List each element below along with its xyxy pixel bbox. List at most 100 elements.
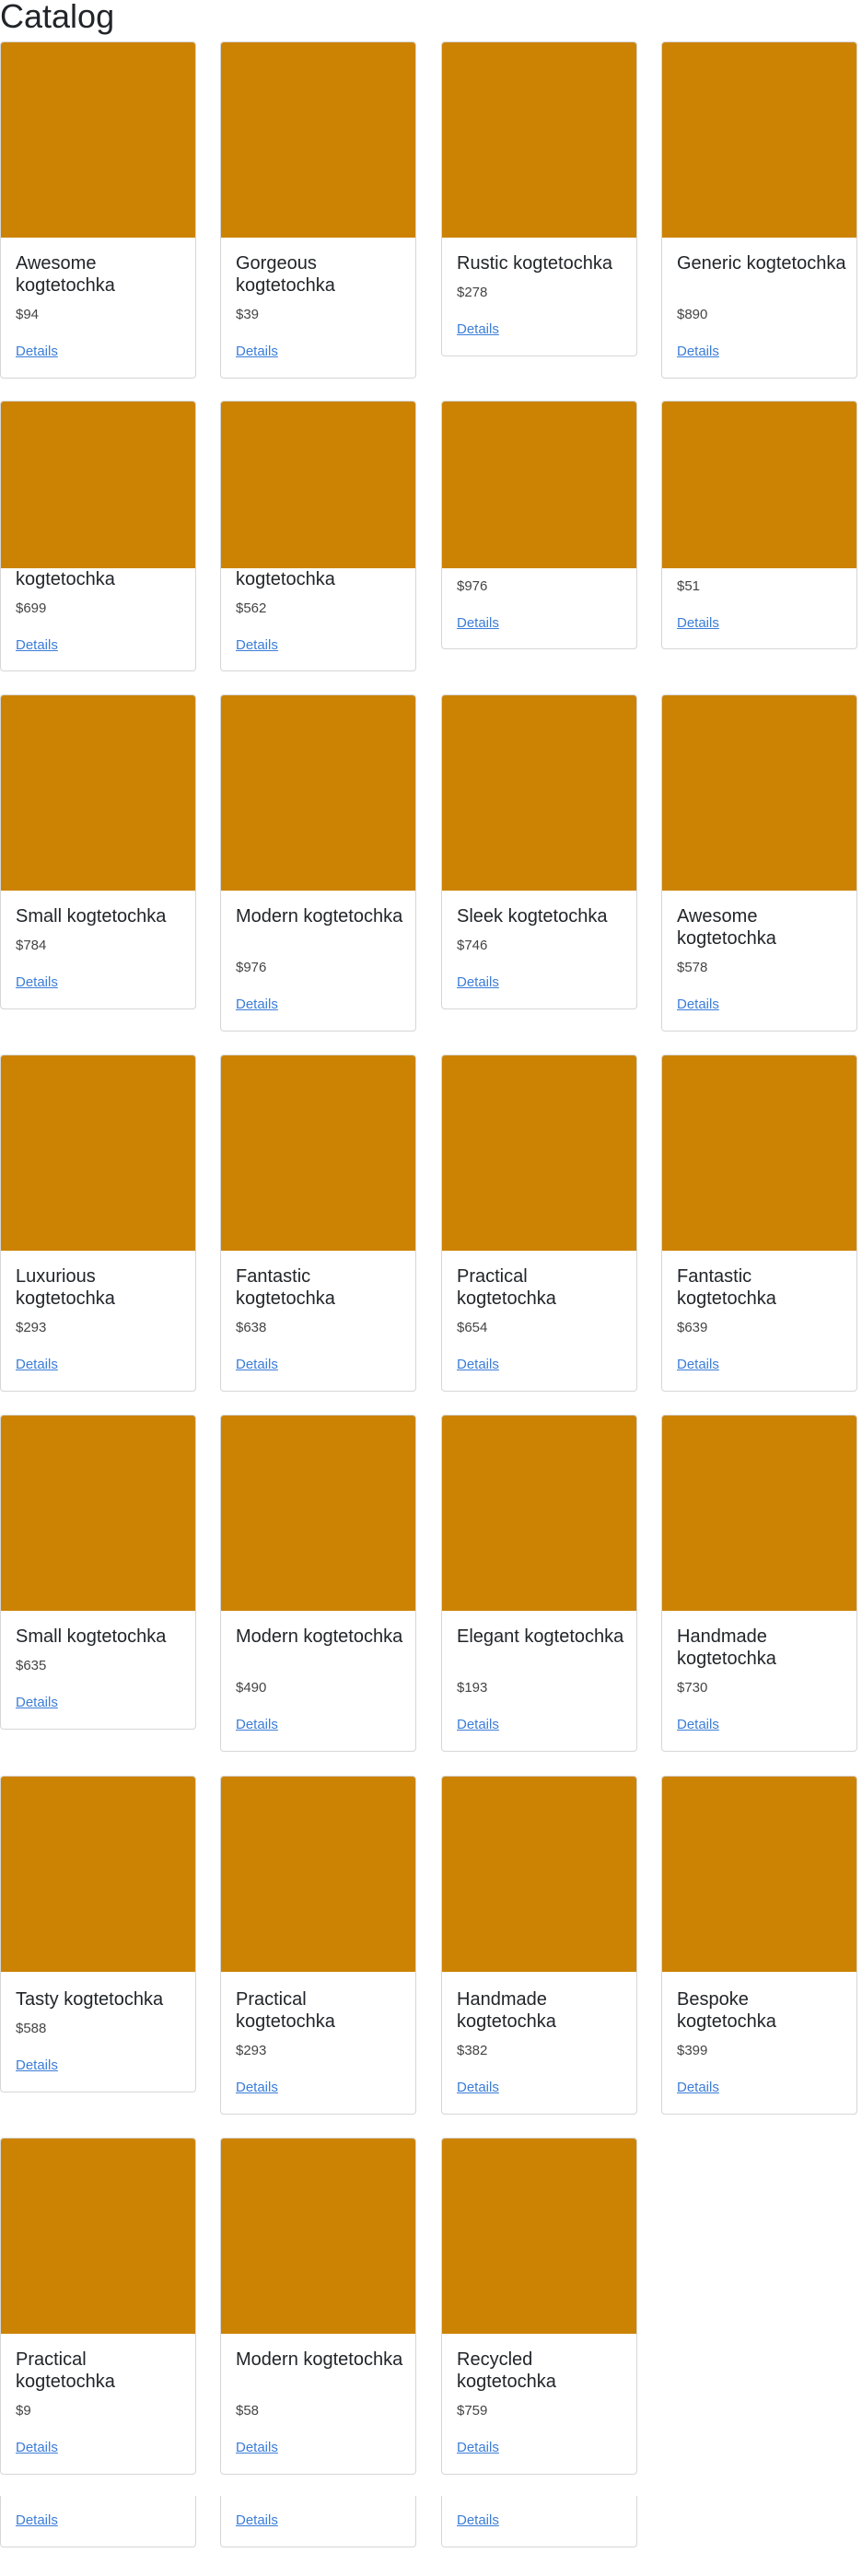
product-card: Tasty kogtetochka $588 Details [0, 1776, 196, 2092]
details-link[interactable]: Details [677, 1716, 719, 1734]
product-card: Handmade kogtetochka $382 Details [441, 1776, 637, 2115]
product-name: Small kogtetochka [16, 906, 167, 927]
product-image [221, 1416, 415, 1611]
details-link[interactable]: Details [457, 2512, 499, 2530]
details-link[interactable]: Details [677, 996, 719, 1014]
details-link[interactable]: Details [236, 2512, 278, 2530]
product-price: $976 [457, 578, 488, 594]
product-image [662, 1777, 856, 1972]
product-name: Handmade kogtetochka [457, 1989, 556, 2032]
product-name: Handmade kogtetochka [677, 1626, 776, 1669]
product-name: Awesome kogtetochka [16, 253, 115, 296]
details-link[interactable]: Details [236, 636, 278, 655]
product-card: Modern kogtetochka $976 Details [220, 694, 416, 1032]
details-link[interactable]: Details [236, 343, 278, 361]
product-price: $382 [457, 2043, 488, 2058]
product-card: Elegant kogtetochka $193 Details [441, 1415, 637, 1752]
product-image [1, 402, 195, 568]
product-image [662, 42, 856, 238]
details-link[interactable]: Details [236, 996, 278, 1014]
product-card: Fantastic kogtetochka $639 Details [661, 1055, 857, 1392]
details-link[interactable]: Details [236, 2439, 278, 2457]
product-image [221, 1777, 415, 1972]
details-link[interactable]: Details [677, 614, 719, 633]
product-name: kogtetochka [16, 569, 115, 589]
details-link[interactable]: Details [677, 1356, 719, 1374]
product-name: Rustic kogtetochka [457, 253, 612, 274]
product-price: $39 [236, 307, 260, 322]
product-card: Sleek kogtetochka $746 Details [441, 694, 637, 1009]
details-link[interactable]: Details [16, 2057, 58, 2075]
product-price: $639 [677, 1320, 708, 1335]
product-price: $730 [677, 1680, 708, 1696]
details-link[interactable]: Details [236, 2079, 278, 2097]
details-link[interactable]: Details [16, 2439, 58, 2457]
product-price: $759 [457, 2403, 488, 2419]
product-price: $399 [677, 2043, 708, 2058]
product-price: $976 [236, 960, 267, 975]
details-link[interactable]: Details [457, 1356, 499, 1374]
details-link[interactable]: Details [236, 1716, 278, 1734]
details-link[interactable]: Details [457, 321, 499, 339]
details-link[interactable]: Details [457, 1716, 499, 1734]
details-link[interactable]: Details [457, 2079, 499, 2097]
product-card: Details [0, 2496, 196, 2547]
product-price: $635 [16, 1658, 47, 1673]
product-card: Awesome kogtetochka $94 Details [0, 41, 196, 379]
product-card: kogtetochka $562 Details [220, 401, 416, 671]
details-link[interactable]: Details [16, 636, 58, 655]
page-title: Catalog [0, 0, 115, 35]
product-name: Small kogtetochka [16, 1626, 167, 1647]
product-image [1, 1055, 195, 1251]
product-card: Recycled kogtetochka $759 Details [441, 2138, 637, 2475]
details-link[interactable]: Details [677, 343, 719, 361]
product-image [221, 1055, 415, 1251]
details-link[interactable]: Details [457, 614, 499, 633]
product-card: Practical kogtetochka $654 Details [441, 1055, 637, 1392]
product-card: kogtetochka $699 Details [0, 401, 196, 671]
product-image [221, 2139, 415, 2334]
product-image [662, 1055, 856, 1251]
product-name: Generic kogtetochka [677, 253, 846, 274]
product-name: Bespoke kogtetochka [677, 1989, 776, 2032]
product-card: Practical kogtetochka $9 Details [0, 2138, 196, 2475]
details-link[interactable]: Details [236, 1356, 278, 1374]
product-price: $278 [457, 285, 488, 300]
product-name: Practical kogtetochka [236, 1989, 335, 2032]
product-price: $562 [236, 600, 267, 616]
details-link[interactable]: Details [16, 2512, 58, 2530]
product-name: Practical kogtetochka [16, 2349, 115, 2392]
product-name: Gorgeous kogtetochka [236, 253, 335, 296]
details-link[interactable]: Details [16, 1694, 58, 1712]
product-name: Fantastic kogtetochka [236, 1266, 335, 1309]
product-image [442, 695, 636, 891]
details-link[interactable]: Details [16, 1356, 58, 1374]
details-link[interactable]: Details [457, 2439, 499, 2457]
product-image [221, 695, 415, 891]
product-card: Luxurious kogtetochka $293 Details [0, 1055, 196, 1392]
product-price: $699 [16, 600, 47, 616]
product-name: Sleek kogtetochka [457, 906, 608, 927]
product-card: Details [220, 2496, 416, 2547]
product-image [1, 2139, 195, 2334]
product-image [1, 1777, 195, 1972]
details-link[interactable]: Details [16, 973, 58, 992]
product-price: $588 [16, 2021, 47, 2036]
details-link[interactable]: Details [457, 973, 499, 992]
product-card: Awesome kogtetochka $578 Details [661, 694, 857, 1032]
product-price: $638 [236, 1320, 267, 1335]
product-price: $784 [16, 938, 47, 953]
product-name: Luxurious kogtetochka [16, 1266, 115, 1309]
product-price: $58 [236, 2403, 260, 2419]
product-price: $293 [236, 2043, 267, 2058]
product-image [442, 1777, 636, 1972]
product-card: Modern kogtetochka $58 Details [220, 2138, 416, 2475]
product-card: Fantastic kogtetochka $638 Details [220, 1055, 416, 1392]
product-card: Generic kogtetochka $890 Details [661, 41, 857, 379]
product-name: Modern kogtetochka [236, 2349, 403, 2370]
product-card: Handmade kogtetochka $730 Details [661, 1415, 857, 1752]
details-link[interactable]: Details [16, 343, 58, 361]
product-image [1, 695, 195, 891]
details-link[interactable]: Details [677, 2079, 719, 2097]
product-price: $890 [677, 307, 708, 322]
